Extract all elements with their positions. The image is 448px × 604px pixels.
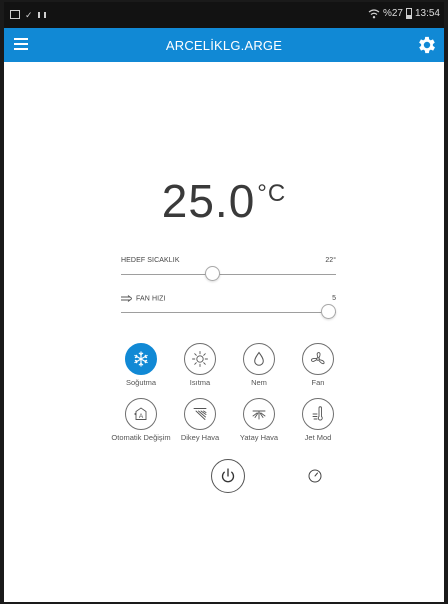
- status-system-icons: %27 13:54: [368, 8, 440, 19]
- target-temperature-thumb[interactable]: [205, 266, 220, 281]
- mode-jet-label: Jet Mod: [304, 433, 332, 442]
- horizontal-airflow-icon: [252, 410, 266, 420]
- mode-horizontal-air-label: Yatay Hava: [239, 433, 279, 442]
- status-bar: ✓ %27 13:54: [4, 2, 444, 28]
- fan-speed-label: FAN HIZI: [136, 295, 166, 303]
- mode-cooling-circle: [125, 343, 157, 375]
- mode-fan-button[interactable]: Fan: [288, 343, 348, 387]
- mode-humidity-circle: [243, 343, 275, 375]
- app-screen: ✓ %27 13:54 ARCELİKLG.ARGE 25.0°C HEDEF …: [4, 2, 444, 602]
- mode-vertical-air-circle: [184, 398, 216, 430]
- mode-vertical-air-button[interactable]: Dikey Hava: [170, 398, 230, 442]
- download-notification-icon: ✓: [25, 9, 33, 20]
- clock: 13:54: [414, 8, 440, 19]
- battery-icon: [405, 8, 412, 19]
- auto-mode-icon: A: [134, 407, 147, 420]
- status-notification-icons: ✓: [10, 10, 46, 19]
- svg-text:A: A: [139, 413, 144, 420]
- mode-auto-change-label: Otomatik Değişim: [111, 433, 171, 442]
- mode-horizontal-air-button[interactable]: Yatay Hava: [229, 398, 289, 442]
- timer-icon[interactable]: [307, 468, 323, 484]
- app-title: ARCELİKLG.ARGE: [165, 38, 283, 53]
- mode-fan-label: Fan: [311, 378, 325, 387]
- mode-jet-button[interactable]: Jet Mod: [288, 398, 348, 442]
- pause-notification-icon: [38, 11, 46, 18]
- gallery-notification-icon: [10, 10, 20, 19]
- mode-auto-change-circle: A: [125, 398, 157, 430]
- temperature-unit: °C: [257, 180, 287, 207]
- vertical-airflow-icon: [193, 408, 207, 420]
- fan-speed-track[interactable]: [121, 312, 336, 313]
- mode-heating-label: Isıtma: [189, 378, 211, 387]
- temperature-value: 25.0: [161, 175, 256, 227]
- mode-heating-button[interactable]: Isıtma: [170, 343, 230, 387]
- mode-humidity-label: Nem: [251, 378, 267, 387]
- fan-icon: [310, 352, 325, 365]
- target-temperature-slider: HEDEF SICAKLIK 22°: [121, 257, 336, 285]
- mode-heating-circle: [184, 343, 216, 375]
- mode-vertical-air-label: Dikey Hava: [180, 433, 220, 442]
- current-temperature: 25.0°C: [4, 174, 444, 228]
- mode-cooling-button[interactable]: Soğutma: [111, 343, 171, 387]
- battery-percent: %27: [382, 8, 403, 19]
- mode-cooling-label: Soğutma: [125, 378, 157, 387]
- power-button[interactable]: [211, 459, 245, 493]
- droplet-icon: [254, 351, 264, 366]
- fan-speed-label-group: FAN HIZI: [121, 295, 166, 302]
- mode-humidity-button[interactable]: Nem: [229, 343, 289, 387]
- fan-speed-icon: [121, 295, 132, 302]
- power-icon: [221, 468, 235, 483]
- sun-icon: [192, 351, 208, 367]
- mode-fan-circle: [302, 343, 334, 375]
- fan-speed-thumb[interactable]: [321, 304, 336, 319]
- mode-horizontal-air-circle: [243, 398, 275, 430]
- target-temperature-track[interactable]: [121, 274, 336, 275]
- snowflake-icon: [134, 351, 148, 367]
- gear-icon[interactable]: [416, 34, 438, 56]
- fan-speed-slider: FAN HIZI 5: [121, 295, 336, 323]
- mode-auto-change-button[interactable]: A Otomatik Değişim: [111, 398, 171, 442]
- app-bar: ARCELİKLG.ARGE: [4, 28, 444, 62]
- fan-speed-value: 5: [332, 295, 336, 302]
- wifi-icon: [368, 8, 380, 18]
- jet-mode-icon: [312, 406, 323, 421]
- target-temperature-label: HEDEF SICAKLIK: [121, 257, 180, 264]
- target-temperature-value: 22°: [325, 257, 336, 264]
- mode-jet-circle: [302, 398, 334, 430]
